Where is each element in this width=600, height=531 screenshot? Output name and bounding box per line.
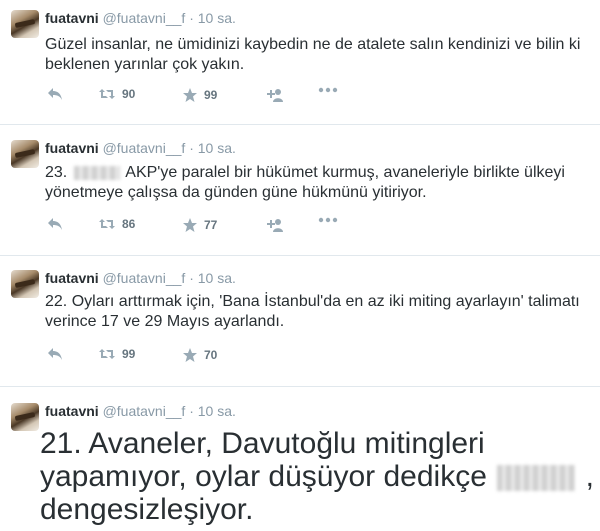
favorite-button[interactable]: 70 bbox=[182, 347, 217, 363]
avatar[interactable] bbox=[11, 403, 39, 431]
retweet-count: 90 bbox=[122, 87, 136, 101]
tweet-text: Güzel insanlar, ne ümidinizi kaybedin ne… bbox=[45, 36, 581, 73]
user-name[interactable]: fuatavni bbox=[45, 270, 99, 286]
reply-button[interactable] bbox=[47, 87, 63, 101]
retweet-button[interactable]: 90 bbox=[98, 87, 135, 101]
retweet-button[interactable]: 86 bbox=[98, 217, 135, 231]
tweet-header: fuatavni @fuatavni__f · 10 sa. bbox=[45, 10, 236, 26]
more-icon bbox=[318, 217, 338, 223]
user-name[interactable]: fuatavni bbox=[45, 403, 99, 419]
reply-button[interactable] bbox=[47, 217, 63, 231]
reply-icon bbox=[48, 88, 62, 100]
tweet-header: fuatavni @fuatavni__f · 10 sa. bbox=[45, 403, 236, 419]
user-handle[interactable]: @fuatavni__f bbox=[103, 270, 186, 286]
favorite-button[interactable]: 77 bbox=[182, 217, 217, 233]
follow-button[interactable] bbox=[263, 87, 283, 103]
more-icon bbox=[318, 87, 338, 93]
tweet-header: fuatavni @fuatavni__f · 10 sa. bbox=[45, 270, 236, 286]
user-name[interactable]: fuatavni bbox=[45, 10, 99, 26]
star-icon bbox=[183, 348, 197, 362]
retweet-icon bbox=[99, 89, 115, 99]
separator: · bbox=[189, 10, 194, 26]
user-handle[interactable]: @fuatavni__f bbox=[103, 403, 186, 419]
tweet-body: 21. Avaneler, Davutoğlu mitingleri yapam… bbox=[40, 427, 487, 493]
follow-button[interactable] bbox=[263, 217, 283, 233]
favorite-button[interactable]: 99 bbox=[182, 87, 217, 103]
avatar[interactable] bbox=[11, 140, 39, 168]
timestamp[interactable]: 10 sa. bbox=[198, 140, 236, 156]
retweet-button[interactable]: 99 bbox=[98, 347, 135, 361]
tweet-text: 23. AKP'ye paralel bir hükümet kurmuş, a… bbox=[45, 163, 590, 203]
retweet-count: 99 bbox=[122, 347, 136, 361]
timestamp[interactable]: 10 sa. bbox=[198, 270, 236, 286]
star-icon bbox=[183, 88, 197, 102]
redacted-text bbox=[497, 465, 576, 492]
timestamp[interactable]: 10 sa. bbox=[198, 403, 236, 419]
more-button[interactable] bbox=[318, 217, 338, 223]
tweet-text: 22. Oyları arttırmak için, 'Bana İstanbu… bbox=[45, 293, 580, 330]
reply-icon bbox=[48, 348, 62, 360]
redacted-text bbox=[73, 165, 120, 180]
star-icon bbox=[183, 218, 197, 232]
reply-icon bbox=[48, 218, 62, 230]
separator: · bbox=[189, 403, 194, 419]
tweet-1: fuatavni @fuatavni__f · 10 sa. Güzel ins… bbox=[0, 0, 600, 125]
retweet-count: 86 bbox=[122, 217, 136, 231]
user-name[interactable]: fuatavni bbox=[45, 140, 99, 156]
follow-icon bbox=[267, 89, 283, 102]
user-handle[interactable]: @fuatavni__f bbox=[103, 140, 186, 156]
separator: · bbox=[189, 140, 194, 156]
tweet-number: 23. bbox=[45, 164, 68, 181]
more-button[interactable] bbox=[318, 87, 338, 93]
separator: · bbox=[189, 270, 194, 286]
tweet-3: fuatavni @fuatavni__f · 10 sa. 22. Oylar… bbox=[0, 256, 600, 386]
favorite-count: 99 bbox=[204, 88, 218, 102]
user-handle[interactable]: @fuatavni__f bbox=[103, 10, 186, 26]
tweet-2: fuatavni @fuatavni__f · 10 sa. 23. AKP'y… bbox=[0, 125, 600, 255]
retweet-icon bbox=[99, 349, 115, 359]
favorite-count: 70 bbox=[204, 348, 218, 362]
timestamp[interactable]: 10 sa. bbox=[198, 10, 236, 26]
tweet-body: AKP'ye paralel bir hükümet kurmuş, avane… bbox=[45, 164, 565, 201]
avatar[interactable] bbox=[11, 10, 39, 38]
avatar[interactable] bbox=[11, 270, 39, 298]
favorite-count: 77 bbox=[204, 218, 218, 232]
follow-icon bbox=[267, 219, 283, 232]
reply-button[interactable] bbox=[47, 347, 63, 361]
tweet-4: fuatavni @fuatavni__f · 10 sa. 21. Avane… bbox=[0, 387, 600, 531]
retweet-icon bbox=[99, 219, 115, 229]
tweet-text: 21. Avaneler, Davutoğlu mitingleri yapam… bbox=[40, 427, 595, 526]
tweet-header: fuatavni @fuatavni__f · 10 sa. bbox=[45, 140, 236, 156]
